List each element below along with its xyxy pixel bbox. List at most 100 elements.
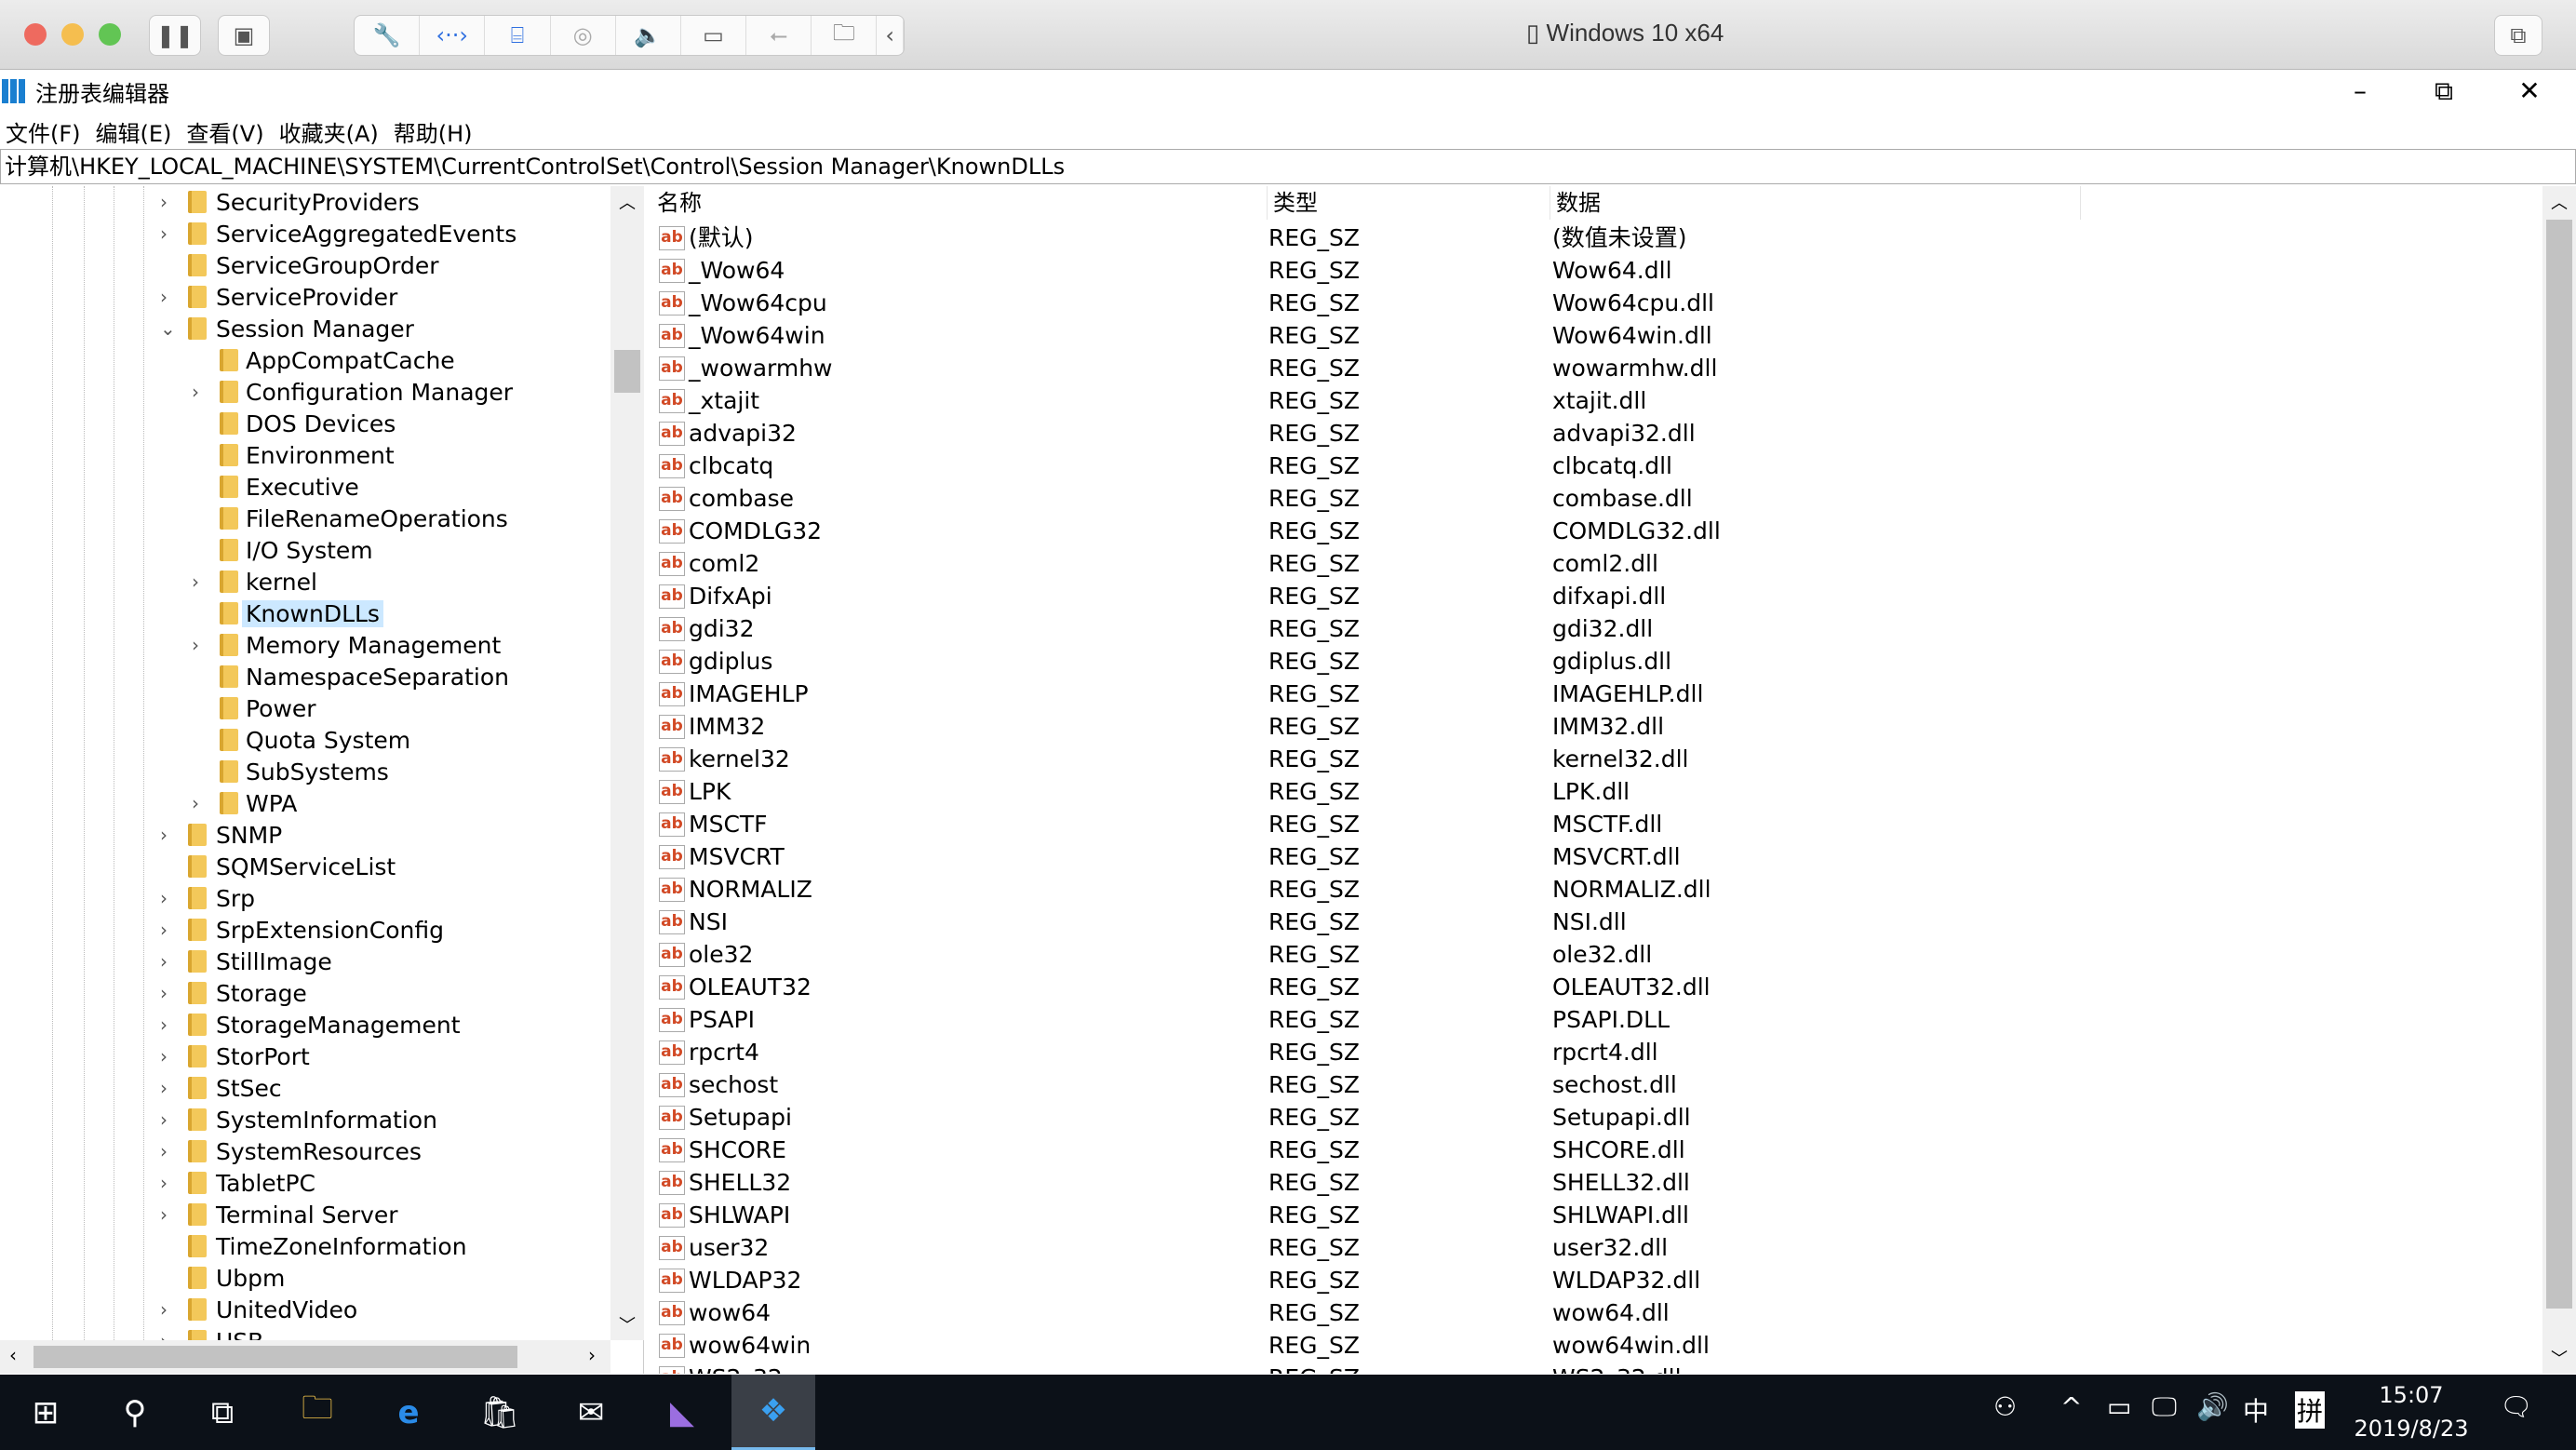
chevron-down-icon[interactable]: ⌄ <box>160 317 176 340</box>
scroll-down-icon[interactable]: ﹀ <box>2542 1346 2576 1370</box>
address-bar[interactable]: 计算机\HKEY_LOCAL_MACHINE\SYSTEM\CurrentCon… <box>0 149 2576 184</box>
usb-icon[interactable]: ⭠ <box>746 16 812 55</box>
value-row[interactable]: ab SHCORE REG_SZ SHCORE.dll <box>651 1134 2542 1166</box>
tree-item[interactable]: ⌄ Session Manager <box>0 313 610 344</box>
sound-icon[interactable]: 🔈 <box>616 16 681 55</box>
tree-item[interactable]: › Srp <box>0 882 610 914</box>
list-vertical-scrollbar[interactable]: ︿ ﹀ <box>2542 186 2576 1374</box>
chevron-right-icon[interactable]: › <box>160 1140 168 1162</box>
shared-folder-icon[interactable]: 🗀 <box>812 16 878 55</box>
camera-icon[interactable]: ▭ <box>681 16 747 55</box>
battery-icon[interactable]: ▭ <box>2107 1391 2131 1422</box>
value-row[interactable]: ab _Wow64cpu REG_SZ Wow64cpu.dll <box>651 287 2542 319</box>
value-row[interactable]: ab advapi32 REG_SZ advapi32.dll <box>651 417 2542 450</box>
tree-item[interactable]: Quota System <box>0 724 610 756</box>
value-row[interactable]: ab (默认) REG_SZ (数值未设置) <box>651 222 2542 254</box>
tree-item[interactable]: › kernel <box>0 566 610 597</box>
tree-item[interactable]: KnownDLLs <box>0 597 610 629</box>
chevron-right-icon[interactable]: › <box>160 222 168 245</box>
tree-horizontal-scrollbar[interactable]: ‹ › <box>0 1340 610 1374</box>
regedit-taskbar-icon[interactable]: ❖ <box>731 1375 815 1450</box>
value-row[interactable]: ab NSI REG_SZ NSI.dll <box>651 906 2542 938</box>
column-header-type[interactable]: 类型 <box>1268 186 1550 220</box>
value-row[interactable]: ab user32 REG_SZ user32.dll <box>651 1231 2542 1264</box>
tree-item[interactable]: › SNMP <box>0 819 610 851</box>
tree-item[interactable]: › StSec <box>0 1072 610 1104</box>
tree-item[interactable]: › SrpExtensionConfig <box>0 914 610 946</box>
value-row[interactable]: ab MSVCRT REG_SZ MSVCRT.dll <box>651 840 2542 873</box>
action-center-icon[interactable]: 🗨 <box>2500 1391 2533 1422</box>
value-row[interactable]: ab coml2 REG_SZ coml2.dll <box>651 547 2542 580</box>
tree-hscroll-thumb[interactable] <box>34 1346 517 1368</box>
column-header-name[interactable]: 名称 <box>651 186 1268 220</box>
hard-disk-icon[interactable]: ⌸ <box>485 16 551 55</box>
tree-item[interactable]: › TabletPC <box>0 1167 610 1199</box>
tree-item[interactable]: › StorageManagement <box>0 1009 610 1041</box>
value-row[interactable]: ab rpcrt4 REG_SZ rpcrt4.dll <box>651 1036 2542 1068</box>
tree-item[interactable]: › ServiceProvider <box>0 281 610 313</box>
chevron-right-icon[interactable]: › <box>160 1045 168 1067</box>
close-window-button[interactable] <box>24 23 47 46</box>
tree-item[interactable]: › SystemResources <box>0 1135 610 1167</box>
network-icon[interactable]: 🖵 <box>2152 1391 2177 1423</box>
clock[interactable]: 15:07 2019/8/23 <box>2341 1378 2481 1445</box>
snapshot-icon[interactable]: ▣ <box>218 15 270 56</box>
people-icon[interactable]: ⚇ <box>1993 1391 2017 1422</box>
value-row[interactable]: ab ole32 REG_SZ ole32.dll <box>651 938 2542 971</box>
value-row[interactable]: ab DifxApi REG_SZ difxapi.dll <box>651 580 2542 612</box>
chevron-right-icon[interactable]: › <box>160 887 168 909</box>
tree-item[interactable]: › Terminal Server <box>0 1199 610 1230</box>
value-row[interactable]: ab _Wow64win REG_SZ Wow64win.dll <box>651 319 2542 352</box>
column-header-data[interactable]: 数据 <box>1550 186 2081 220</box>
value-row[interactable]: ab WS2_32 REG_SZ WS2_32.dll <box>651 1362 2542 1374</box>
tree-scroll-thumb[interactable] <box>614 350 640 393</box>
tree-item[interactable]: DOS Devices <box>0 408 610 439</box>
chevron-right-icon[interactable]: › <box>160 1172 168 1194</box>
value-row[interactable]: ab sechost REG_SZ sechost.dll <box>651 1068 2542 1101</box>
value-row[interactable]: ab NORMALIZ REG_SZ NORMALIZ.dll <box>651 873 2542 906</box>
value-row[interactable]: ab _Wow64 REG_SZ Wow64.dll <box>651 254 2542 287</box>
value-row[interactable]: ab IMM32 REG_SZ IMM32.dll <box>651 710 2542 743</box>
start-windows-icon[interactable]: ⊞ <box>4 1375 87 1450</box>
tree-item[interactable]: › WPA <box>0 787 610 819</box>
search-icon[interactable]: ⚲ <box>93 1375 177 1450</box>
chevron-right-icon[interactable]: › <box>160 191 168 213</box>
tree-item[interactable]: NamespaceSeparation <box>0 661 610 692</box>
tree-item[interactable]: ServiceGroupOrder <box>0 249 610 281</box>
menu-file[interactable]: 文件(F) <box>6 115 81 148</box>
value-row[interactable]: ab OLEAUT32 REG_SZ OLEAUT32.dll <box>651 971 2542 1003</box>
tree-item[interactable]: SubSystems <box>0 756 610 787</box>
tree-item[interactable]: › Storage <box>0 977 610 1009</box>
value-row[interactable]: ab _wowarmhw REG_SZ wowarmhw.dll <box>651 352 2542 384</box>
visual-studio-icon[interactable]: ◣ <box>640 1375 724 1450</box>
value-row[interactable]: ab wow64win REG_SZ wow64win.dll <box>651 1329 2542 1362</box>
tree-item[interactable]: AppCompatCache <box>0 344 610 376</box>
tree-item[interactable]: TimeZoneInformation <box>0 1230 610 1262</box>
chevron-right-icon[interactable]: › <box>192 571 199 593</box>
network-icon[interactable]: ‹··› <box>420 16 486 55</box>
mail-icon[interactable]: ✉ <box>549 1375 633 1450</box>
value-row[interactable]: ab SHLWAPI REG_SZ SHLWAPI.dll <box>651 1199 2542 1231</box>
show-hidden-icons-chevron[interactable]: ^ <box>2060 1391 2082 1422</box>
tree-item[interactable]: › UnitedVideo <box>0 1294 610 1325</box>
chevron-right-icon[interactable]: › <box>160 1014 168 1036</box>
tree-item[interactable]: Power <box>0 692 610 724</box>
edge-browser-icon[interactable]: e <box>367 1375 450 1450</box>
scroll-left-icon[interactable]: ‹ <box>9 1344 17 1366</box>
chevron-right-icon[interactable]: › <box>160 286 168 308</box>
list-scroll-thumb[interactable] <box>2546 220 2572 1309</box>
scroll-right-icon[interactable]: › <box>588 1344 596 1366</box>
value-row[interactable]: ab kernel32 REG_SZ kernel32.dll <box>651 743 2542 775</box>
pause-icon[interactable]: ❚❚ <box>149 15 201 56</box>
value-row[interactable]: ab wow64 REG_SZ wow64.dll <box>651 1296 2542 1329</box>
chevron-right-icon[interactable]: › <box>160 950 168 973</box>
tree-item[interactable]: Environment <box>0 439 610 471</box>
close-button[interactable]: ✕ <box>2502 71 2557 112</box>
tree-item[interactable]: › ServiceAggregatedEvents <box>0 218 610 249</box>
tree-vertical-scrollbar[interactable]: ︿ ﹀ <box>610 186 644 1340</box>
chevron-right-icon[interactable]: › <box>160 1203 168 1226</box>
tree-item[interactable]: SQMServiceList <box>0 851 610 882</box>
value-row[interactable]: ab gdi32 REG_SZ gdi32.dll <box>651 612 2542 645</box>
menu-view[interactable]: 查看(V) <box>186 115 263 148</box>
value-row[interactable]: ab gdiplus REG_SZ gdiplus.dll <box>651 645 2542 678</box>
